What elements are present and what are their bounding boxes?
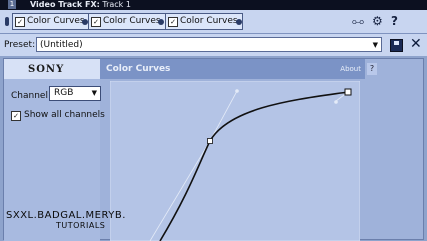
watermark-line-2: TUTORIALS [56, 221, 106, 230]
preset-row: Preset: (Untitled) ▼ ✕ [0, 34, 427, 56]
control-handle-point[interactable] [334, 100, 338, 104]
about-link[interactable]: About [340, 65, 361, 73]
watermark-line-1: SXXL.BADGAL.MERYB. [6, 210, 126, 221]
plugin-enable-checkbox-3[interactable]: ✓ [168, 17, 178, 27]
chain-connector-icon [236, 19, 242, 25]
plugin-enable-checkbox-2[interactable]: ✓ [91, 17, 101, 27]
curve-end-point[interactable] [344, 88, 352, 96]
sony-logo: SONY [28, 64, 65, 75]
curve-graph[interactable] [110, 81, 360, 241]
checkmark-icon: ✓ [11, 111, 21, 121]
show-all-channels-checkbox[interactable]: ✓ Show all channels [11, 110, 105, 121]
save-preset-icon[interactable] [390, 39, 403, 52]
chain-plugins-icon[interactable]: ⧟ [352, 14, 364, 29]
delete-preset-icon[interactable]: ✕ [410, 36, 422, 52]
fx-window-titlebar: 1 Video Track FX: Track 1 [0, 0, 427, 10]
plugin-help-icon[interactable]: ? [367, 63, 377, 75]
plugin-chain-item-label: Color Curves [103, 16, 161, 26]
plugin-chain-item-3[interactable]: ✓ Color Curves [165, 13, 243, 30]
channel-label: Channel: [11, 91, 51, 101]
preset-dropdown[interactable]: (Untitled) ▼ [36, 37, 382, 52]
window-title-bold: Video Track FX: [30, 0, 100, 9]
plugin-chain-item-label: Color Curves [27, 16, 85, 26]
channel-value: RGB [54, 88, 74, 98]
window-title-track: Track 1 [99, 0, 131, 9]
window-title: Video Track FX: Track 1 [30, 0, 131, 10]
help-icon[interactable]: ? [391, 14, 398, 28]
plugin-enable-checkbox-1[interactable]: ✓ [15, 17, 25, 27]
curve-graph-background [110, 81, 360, 241]
curve-control-point[interactable] [207, 138, 213, 144]
plugin-chain-item-2[interactable]: ✓ Color Curves [88, 13, 166, 30]
chevron-down-icon: ▼ [91, 89, 97, 97]
plugin-name: Color Curves [106, 64, 171, 74]
plugin-chain-bar: ✓ Color Curves ✓ Color Curves ✓ Color Curve… [0, 10, 427, 34]
preset-value: (Untitled) [40, 40, 83, 50]
plugin-chain-item-label: Color Curves [180, 16, 238, 26]
preset-label: Preset: [4, 40, 36, 50]
chain-connector-icon [158, 19, 164, 25]
chain-start-icon [5, 17, 9, 26]
control-handle-point[interactable] [235, 89, 239, 93]
chevron-down-icon: ▼ [372, 41, 378, 49]
track-number-badge: 1 [8, 0, 16, 9]
brand-header: SONY [4, 59, 100, 79]
plugin-header: Color Curves About ? [100, 59, 377, 79]
plugin-chooser-icon[interactable]: ⚙ [372, 14, 383, 28]
show-all-channels-label: Show all channels [24, 110, 105, 120]
channel-select[interactable]: RGB ▼ [49, 86, 101, 101]
plugin-chain-item-1[interactable]: ✓ Color Curves [12, 13, 90, 30]
